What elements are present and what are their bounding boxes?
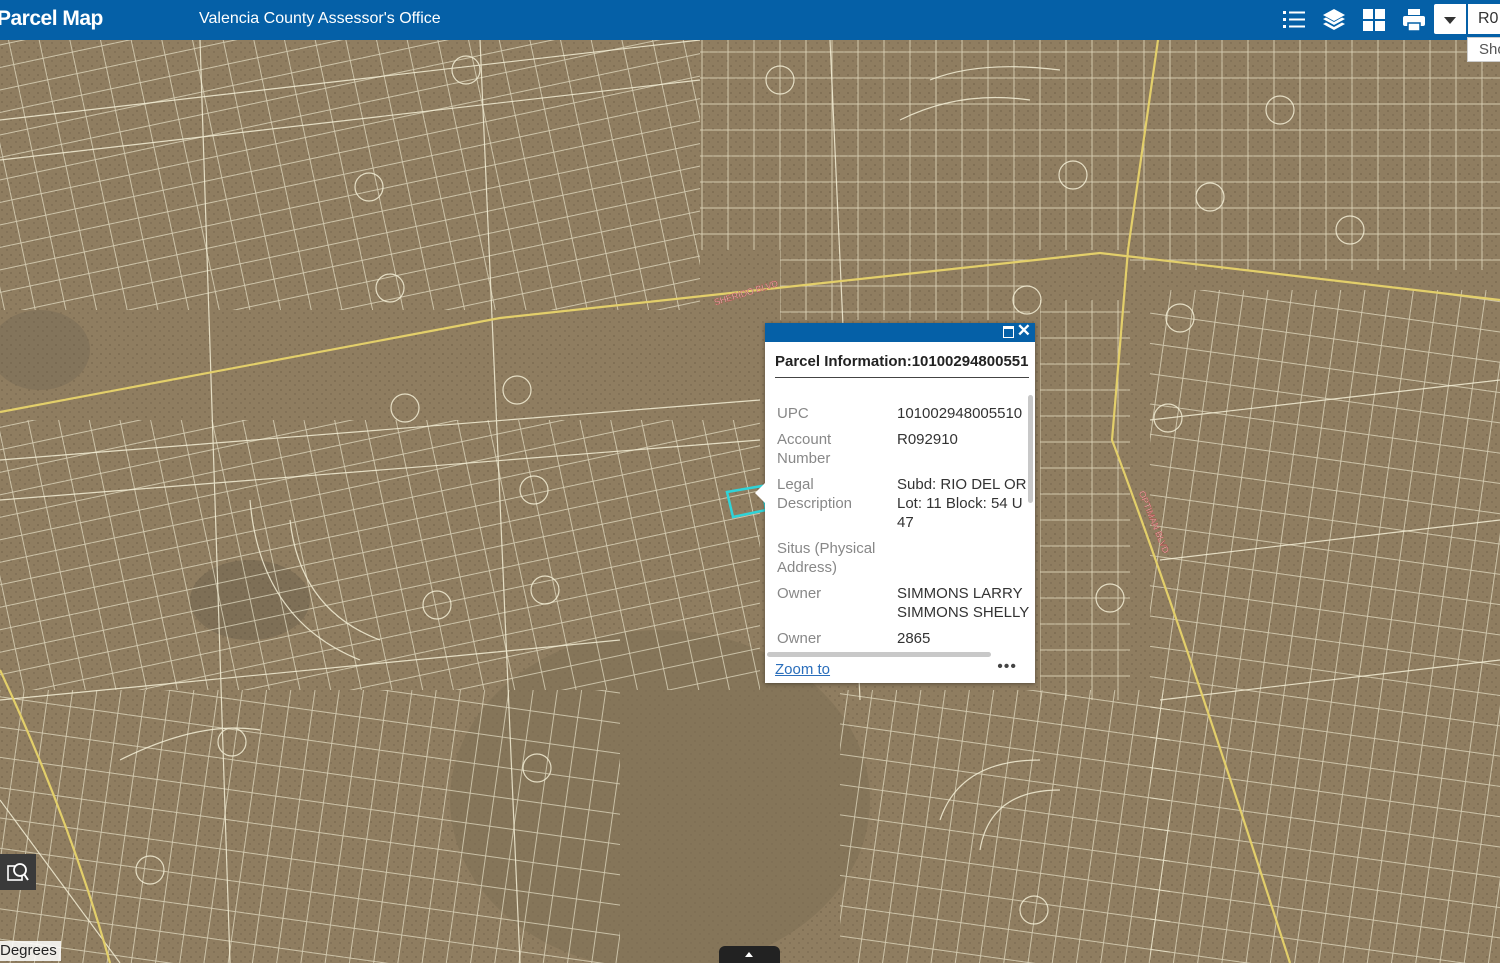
maximize-icon[interactable] (1003, 326, 1014, 338)
zoom-to-link[interactable]: Zoom to (775, 661, 830, 678)
legend-list-icon[interactable] (1280, 6, 1308, 34)
more-actions-button[interactable]: ••• (997, 658, 1017, 676)
search-location-icon (7, 863, 29, 881)
popup-pointer (755, 483, 765, 503)
popup-vertical-scrollbar[interactable] (1028, 395, 1033, 503)
attribute-value: SIMMONS LARRY SIMMONS SHELLY (897, 585, 1029, 621)
attribute-name: Owner (777, 630, 822, 647)
locate-tool-button[interactable] (0, 854, 36, 890)
attribute-name: Account Number (777, 431, 832, 467)
parcel-popup: ✕ Parcel Information:10100294800551001 U… (755, 321, 1035, 683)
basemap-gallery-icon[interactable] (1360, 6, 1388, 34)
coordinate-units[interactable]: Degrees (0, 941, 61, 961)
search-input[interactable] (1468, 4, 1500, 34)
app-subtitle: Valencia County Assessor's Office (199, 10, 441, 27)
attribute-value: 2865 (897, 630, 931, 647)
attribute-name: Situs (Physical Address) (777, 540, 876, 576)
map-view[interactable]: SHERIDO BLVD OPTIMAN BLVD (0, 40, 1500, 963)
attribute-panel-toggle[interactable] (719, 946, 780, 963)
attribute-name: UPC (777, 405, 809, 422)
popup-titlebar: ✕ (765, 321, 1035, 342)
attribute-name: Owner (777, 585, 822, 602)
chevron-down-icon (1444, 17, 1456, 24)
close-icon[interactable]: ✕ (1017, 321, 1031, 341)
attribute-value: R092910 (897, 431, 958, 448)
attribute-value: 101002948005510 (897, 405, 1023, 422)
chevron-up-icon (745, 952, 753, 957)
layers-icon[interactable] (1320, 6, 1348, 34)
attribute-value: Subd: RIO DEL OR Lot: 11 Block: 54 U 47 (897, 476, 1027, 531)
search-source-dropdown[interactable] (1434, 4, 1466, 34)
app-header: Parcel Map Valencia County Assessor's Of… (0, 0, 1500, 40)
popup-content[interactable]: Parcel Information:10100294800551001 UPC… (765, 342, 1029, 653)
app-title: Parcel Map (0, 7, 103, 30)
popup-title: Parcel Information:10100294800551001 (775, 352, 1029, 378)
print-icon[interactable] (1400, 6, 1428, 34)
search-suggestion[interactable]: Sho (1467, 37, 1500, 62)
attribute-name: Legal Description (777, 476, 853, 512)
popup-horizontal-scrollbar[interactable] (767, 652, 991, 657)
